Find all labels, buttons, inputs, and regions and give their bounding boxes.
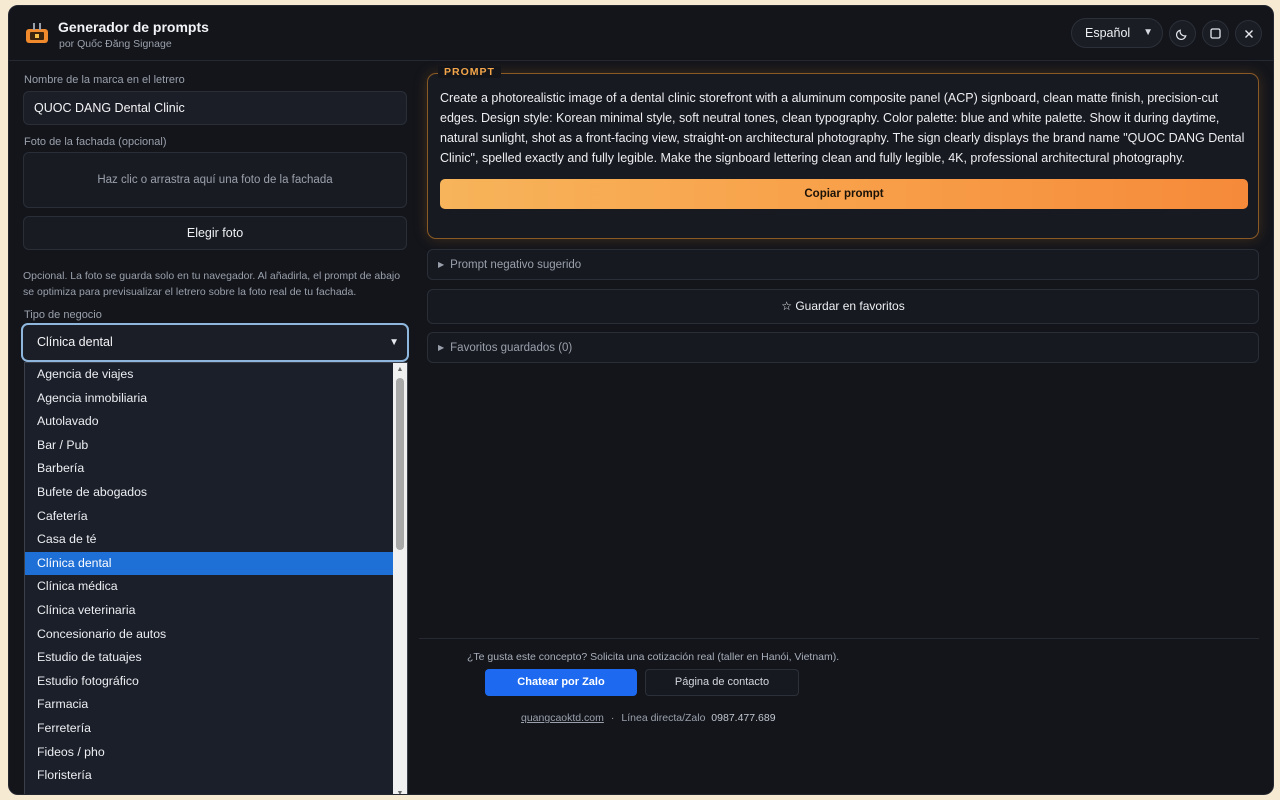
dropdown-option[interactable]: Ferretería	[25, 717, 394, 741]
negative-prompt-toggle[interactable]: ▶ Prompt negativo sugerido	[427, 249, 1259, 280]
dropdown-option[interactable]: Farmacia	[25, 693, 394, 717]
triangle-right-icon: ▶	[438, 260, 445, 269]
dropdown-option[interactable]: Agencia de viajes	[25, 363, 394, 387]
app-subtitle: por Quốc Đăng Signage	[59, 38, 172, 50]
dropdown-option[interactable]: Barbería	[25, 457, 394, 481]
chat-zalo-button[interactable]: Chatear por Zalo	[485, 669, 637, 696]
copy-prompt-button[interactable]: Copiar prompt	[440, 179, 1248, 209]
prompt-card: PROMPT Create a photorealistic image of …	[427, 66, 1259, 239]
hotline-label: Línea directa/Zalo	[621, 712, 706, 724]
dropdown-option[interactable]: Clínica dental	[25, 551, 394, 576]
saved-favorites-label: Favoritos guardados (0)	[450, 342, 573, 354]
close-icon	[1244, 29, 1253, 38]
dropdown-option[interactable]: Estudio fotográfico	[25, 670, 394, 694]
chevron-down-icon: ▼	[389, 337, 399, 348]
moon-icon	[1176, 29, 1187, 40]
app-title: Generador de prompts	[58, 19, 209, 35]
dropdown-option[interactable]: Concesionario de autos	[25, 623, 394, 647]
dropdown-option[interactable]: Casa de té	[25, 528, 394, 552]
dropdown-option[interactable]: Gimnasio	[25, 788, 394, 794]
app-window: Generador de prompts por Quốc Đăng Signa…	[8, 5, 1274, 795]
dropdown-option[interactable]: Cafetería	[25, 505, 394, 529]
dropdown-option[interactable]: Estudio de tatuajes	[25, 646, 394, 670]
business-type-label: Tipo de negocio	[24, 309, 102, 321]
language-select[interactable]: Español ▼	[1071, 18, 1163, 48]
hotline-phone: 0987.477.689	[711, 712, 776, 724]
brand-name-label: Nombre de la marca en el letrero	[24, 74, 185, 86]
app-header: Generador de prompts por Quốc Đăng Signa…	[9, 6, 1273, 61]
footer-divider	[419, 638, 1259, 639]
photo-dropzone[interactable]: Haz clic o arrastra aquí una foto de la …	[23, 152, 407, 208]
scroll-down-arrow-icon[interactable]: ▼	[393, 788, 407, 794]
business-type-select[interactable]: Clínica dental ▼	[21, 323, 409, 362]
dropdown-option[interactable]: Clínica médica	[25, 575, 394, 599]
language-value: Español	[1085, 26, 1131, 40]
photo-hint-text: Opcional. La foto se guarda solo en tu n…	[23, 270, 401, 298]
maximize-icon	[1210, 28, 1221, 39]
maximize-button[interactable]	[1202, 20, 1229, 47]
dropdown-option[interactable]: Autolavado	[25, 410, 394, 434]
dropdown-scrollbar[interactable]: ▲ ▼	[393, 363, 407, 794]
scrollbar-thumb[interactable]	[396, 378, 404, 550]
brand-name-input[interactable]: QUOC DANG Dental Clinic	[23, 91, 407, 125]
theme-toggle-button[interactable]	[1169, 20, 1196, 47]
triangle-right-icon: ▶	[438, 343, 445, 352]
facade-photo-label: Foto de la fachada (opcional)	[24, 136, 167, 148]
close-button[interactable]	[1235, 20, 1262, 47]
choose-photo-button[interactable]: Elegir foto	[23, 216, 407, 250]
footer-links: quangcaoktd.com · Línea directa/Zalo 0987.…	[521, 712, 776, 724]
signboard-logo-icon	[26, 23, 48, 43]
business-type-value: Clínica dental	[37, 335, 113, 349]
footer-cta-text: ¿Te gusta este concepto? Solicita una co…	[467, 651, 840, 663]
dropdown-option[interactable]: Bufete de abogados	[25, 481, 394, 505]
dropdown-option[interactable]: Bar / Pub	[25, 434, 394, 458]
dropdown-option[interactable]: Fideos / pho	[25, 741, 394, 765]
dropdown-option[interactable]: Clínica veterinaria	[25, 599, 394, 623]
saved-favorites-toggle[interactable]: ▶ Favoritos guardados (0)	[427, 332, 1259, 363]
chevron-down-icon: ▼	[1143, 27, 1153, 38]
contact-page-button[interactable]: Página de contacto	[645, 669, 799, 696]
dropdown-options: Agencia de viajes Agencia inmobiliaria Aut…	[25, 363, 394, 794]
scroll-up-arrow-icon[interactable]: ▲	[393, 364, 407, 376]
dropdown-option[interactable]: Floristería	[25, 764, 394, 788]
website-link[interactable]: quangcaoktd.com	[521, 712, 604, 724]
negative-prompt-label: Prompt negativo sugerido	[450, 259, 582, 271]
prompt-text: Create a photorealistic image of a denta…	[440, 91, 1245, 165]
footer-separator: ·	[610, 712, 615, 724]
prompt-tag: PROMPT	[438, 66, 501, 78]
business-type-dropdown: Agencia de viajes Agencia inmobiliaria Aut…	[24, 362, 408, 794]
save-favorite-button[interactable]: ☆ Guardar en favoritos	[427, 289, 1259, 324]
dropdown-option[interactable]: Agencia inmobiliaria	[25, 387, 394, 411]
